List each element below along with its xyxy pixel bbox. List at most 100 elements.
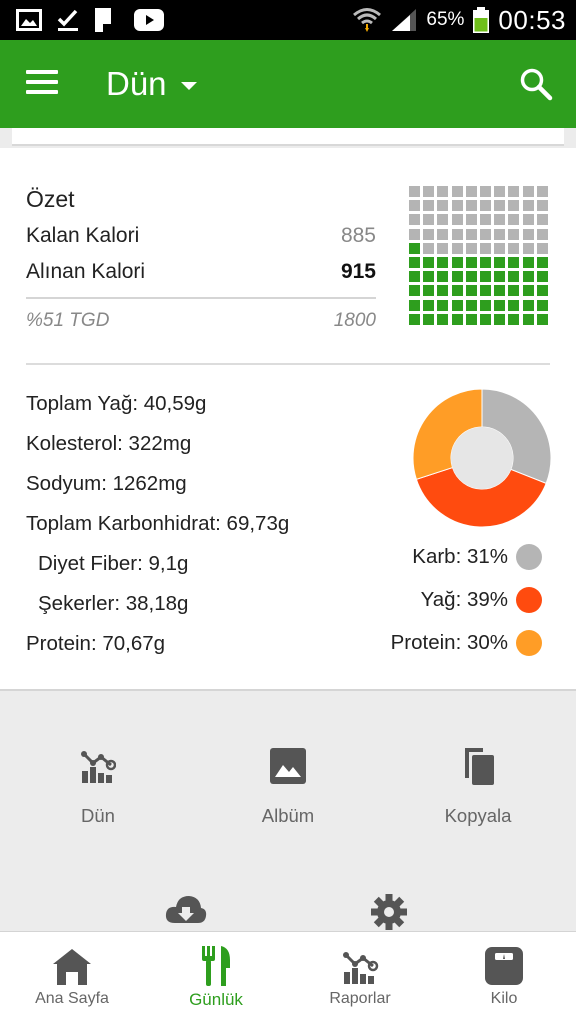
legend-carbs: Karb: 31%: [412, 544, 542, 570]
legend-protein-label: Protein: 30%: [390, 631, 508, 654]
total-carbs: Toplam Karbonhidrat: 69,73g: [26, 512, 290, 535]
page-title: Dün: [106, 65, 167, 102]
waffle-cell: [465, 257, 477, 268]
yesterday-label: Dün: [81, 805, 115, 826]
nav-diary-label: Günlük: [189, 990, 243, 1009]
remaining-calories-label: Kalan Kalori: [26, 224, 140, 247]
notification-icons: [16, 6, 164, 34]
waffle-cell: [423, 299, 435, 311]
waffle-cell: [451, 242, 463, 254]
waffle-cell: [522, 271, 534, 283]
waffle-cell: [437, 242, 449, 254]
waffle-cell: [508, 228, 520, 240]
album-button[interactable]: Albüm: [192, 745, 384, 827]
waffle-cell: [409, 200, 420, 212]
copy-button[interactable]: Kopyala: [382, 745, 574, 827]
chart-icon: [343, 952, 379, 984]
waffle-cell: [536, 214, 548, 226]
settings-gear-icon[interactable]: [370, 893, 408, 931]
waffle-cell: [409, 242, 420, 254]
divider: [26, 363, 550, 365]
album-label: Albüm: [261, 805, 315, 826]
waffle-cell: [508, 285, 520, 297]
waffle-cell: [437, 200, 449, 212]
menu-icon-line: [26, 80, 58, 84]
cloud-download-icon[interactable]: [165, 893, 207, 925]
waffle-cell: [409, 257, 420, 268]
waffle-cell: [465, 186, 477, 197]
total-fat: Toplam Yağ: 40,59g: [26, 392, 207, 415]
youtube-icon: [134, 9, 164, 31]
waffle-cell: [437, 214, 449, 226]
waffle-cell: [423, 186, 435, 197]
bottom-navigation: Ana Sayfa Günlük Raporlar Kilo: [0, 931, 576, 1024]
waffle-cell: [465, 313, 477, 325]
nav-weight-label: Kilo: [490, 990, 518, 1007]
macro-donut-chart: [412, 388, 552, 528]
nav-home[interactable]: Ana Sayfa: [0, 932, 144, 1024]
nav-reports[interactable]: Raporlar: [288, 932, 432, 1024]
waffle-cell: [451, 285, 463, 297]
waffle-cell: [494, 200, 506, 212]
waffle-cell: [480, 186, 491, 197]
legend-fat-dot: [516, 587, 542, 613]
waffle-cell: [480, 285, 491, 297]
waffle-cell: [423, 242, 435, 254]
app-bar: Dün: [0, 40, 576, 128]
waffle-cell: [522, 228, 534, 240]
summary-title: Özet: [26, 186, 75, 212]
waffle-cell: [508, 214, 520, 226]
nav-diary[interactable]: Günlük: [144, 932, 288, 1024]
waffle-cell: [522, 186, 534, 197]
dropdown-arrow-icon: [180, 82, 197, 90]
waffle-cell: [465, 299, 477, 311]
sodium: Sodyum: 1262mg: [26, 472, 187, 495]
waffle-cell: [508, 313, 520, 325]
chart-icon: [81, 751, 116, 783]
waffle-cell: [409, 299, 420, 311]
waffle-cell: [451, 271, 463, 283]
waffle-cell: [409, 285, 420, 297]
legend-fat: Yağ: 39%: [421, 587, 542, 613]
signal-icon: [392, 9, 417, 31]
calorie-waffle-chart: [409, 186, 551, 328]
battery-icon: [473, 7, 490, 33]
waffle-cell: [536, 313, 548, 325]
nav-reports-label: Raporlar: [329, 990, 391, 1007]
waffle-cell: [480, 200, 491, 212]
waffle-cell: [451, 200, 463, 212]
waffle-cell: [522, 257, 534, 268]
waffle-cell: [465, 200, 477, 212]
waffle-cell: [522, 200, 534, 212]
waffle-cell: [480, 214, 491, 226]
waffle-cell: [508, 271, 520, 283]
waffle-cell: [508, 200, 520, 212]
clock: 00:53: [498, 4, 566, 35]
donut-hole: [451, 427, 513, 489]
date-dropdown[interactable]: Dün: [106, 64, 197, 104]
yesterday-report-button[interactable]: Dün: [2, 745, 194, 827]
waffle-cell: [536, 242, 548, 254]
legend-protein: Protein: 30%: [391, 630, 542, 656]
waffle-cell: [522, 299, 534, 311]
waffle-cell: [409, 186, 420, 197]
waffle-cell: [465, 285, 477, 297]
menu-button[interactable]: [26, 70, 60, 98]
waffle-cell: [451, 299, 463, 311]
waffle-cell: [423, 200, 435, 212]
waffle-cell: [423, 228, 435, 240]
waffle-cell: [465, 228, 477, 240]
legend-fat-label: Yağ: 39%: [420, 588, 508, 611]
waffle-cell: [480, 299, 491, 311]
search-icon[interactable]: [518, 66, 554, 102]
nav-home-label: Ana Sayfa: [35, 990, 109, 1007]
waffle-cell: [437, 313, 449, 325]
remaining-calories-row: Kalan Kalori 885: [26, 224, 376, 248]
waffle-cell: [480, 242, 491, 254]
waffle-cell: [423, 313, 435, 325]
summary-card: Özet Kalan Kalori 885 Alınan Kalori 915 …: [0, 148, 576, 691]
consumed-calories-value: 915: [340, 260, 376, 283]
nav-weight[interactable]: Kilo: [432, 932, 576, 1024]
waffle-cell: [423, 271, 435, 283]
waffle-cell: [437, 228, 449, 240]
